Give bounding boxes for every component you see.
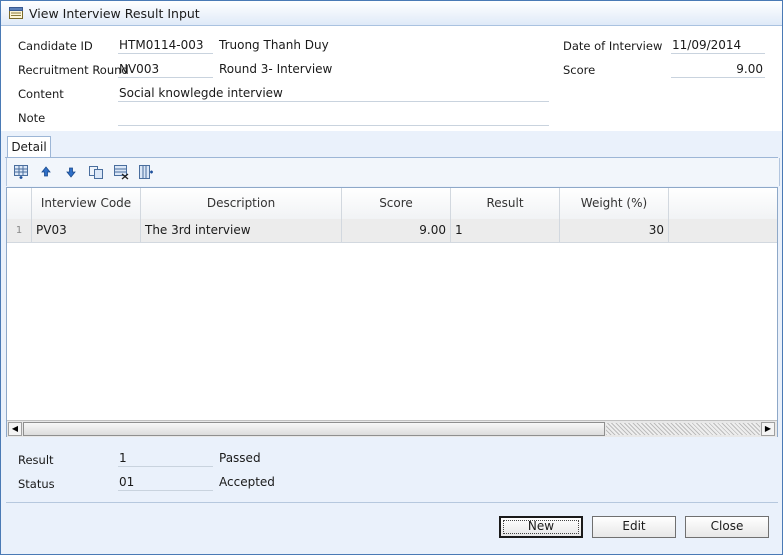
new-button[interactable]: New — [499, 516, 583, 538]
close-button[interactable]: Close — [685, 516, 769, 538]
grid-toolbar — [6, 158, 780, 186]
score-label: Score — [563, 63, 596, 77]
window-title: View Interview Result Input — [29, 6, 200, 21]
delete-row-icon[interactable] — [113, 164, 129, 180]
scroll-right-icon[interactable]: ▶ — [761, 422, 775, 436]
cell-result[interactable]: 1 — [451, 219, 560, 242]
score-field[interactable]: 9.00 — [671, 62, 765, 78]
copy-row-icon[interactable] — [88, 164, 104, 180]
recruitment-round-name: Round 3- Interview — [219, 62, 333, 76]
header-form: Candidate ID HTM0114-003 Truong Thanh Du… — [1, 26, 782, 131]
column-header-interview-code[interactable]: Interview Code — [32, 188, 141, 219]
content-field[interactable]: Social knowlegde interview — [118, 86, 549, 102]
column-header-score[interactable]: Score — [342, 188, 451, 219]
column-header-result[interactable]: Result — [451, 188, 560, 219]
date-of-interview-field[interactable]: 11/09/2014 — [671, 38, 765, 54]
detail-grid: Interview Code Description Score Result … — [6, 187, 778, 437]
move-down-icon[interactable] — [63, 164, 79, 180]
cell-interview-code[interactable]: PV03 — [32, 219, 141, 242]
table-row[interactable]: 1 PV03 The 3rd interview 9.00 1 30 — [7, 219, 777, 243]
scroll-track[interactable] — [606, 423, 760, 435]
interview-result-window: View Interview Result Input Candidate ID… — [0, 0, 783, 555]
result-label: Result — [18, 453, 54, 467]
title-bar: View Interview Result Input — [1, 1, 782, 26]
focus-rect — [503, 520, 579, 534]
column-header-weight[interactable]: Weight (%) — [560, 188, 669, 219]
cell-description[interactable]: The 3rd interview — [141, 219, 342, 242]
recruitment-round-label: Recruitment Round — [18, 63, 129, 77]
scroll-thumb[interactable] — [23, 422, 605, 436]
date-of-interview-label: Date of Interview — [563, 39, 663, 53]
row-number: 1 — [7, 219, 32, 242]
column-header-description[interactable]: Description — [141, 188, 342, 219]
horizontal-scrollbar[interactable]: ◀ ▶ — [7, 420, 777, 437]
column-header-rownum — [7, 188, 32, 219]
result-field[interactable]: 1 — [118, 451, 213, 467]
cell-score[interactable]: 9.00 — [342, 219, 451, 242]
edit-button[interactable]: Edit — [592, 516, 676, 538]
grid-header: Interview Code Description Score Result … — [7, 188, 777, 220]
footer-separator — [6, 502, 778, 503]
note-field[interactable] — [118, 110, 549, 126]
tab-strip: Detail — [5, 134, 778, 158]
content-label: Content — [18, 87, 64, 101]
recruitment-round-field[interactable]: NV003 — [118, 62, 213, 78]
insert-column-icon[interactable] — [138, 164, 154, 180]
move-up-icon[interactable] — [38, 164, 54, 180]
insert-row-icon[interactable] — [13, 164, 29, 180]
tab-detail[interactable]: Detail — [7, 136, 51, 158]
status-field[interactable]: 01 — [118, 475, 213, 491]
scroll-left-icon[interactable]: ◀ — [8, 422, 22, 436]
note-label: Note — [18, 111, 46, 125]
cell-weight[interactable]: 30 — [560, 219, 669, 242]
status-label: Status — [18, 477, 55, 491]
status-text: Accepted — [219, 475, 275, 489]
result-text: Passed — [219, 451, 261, 465]
candidate-id-label: Candidate ID — [18, 39, 93, 53]
window-app-icon — [9, 7, 23, 19]
candidate-name: Truong Thanh Duy — [219, 38, 329, 52]
candidate-id-field[interactable]: HTM0114-003 — [118, 38, 213, 54]
summary-panel: Result 1 Passed Status 01 Accepted — [6, 438, 778, 502]
